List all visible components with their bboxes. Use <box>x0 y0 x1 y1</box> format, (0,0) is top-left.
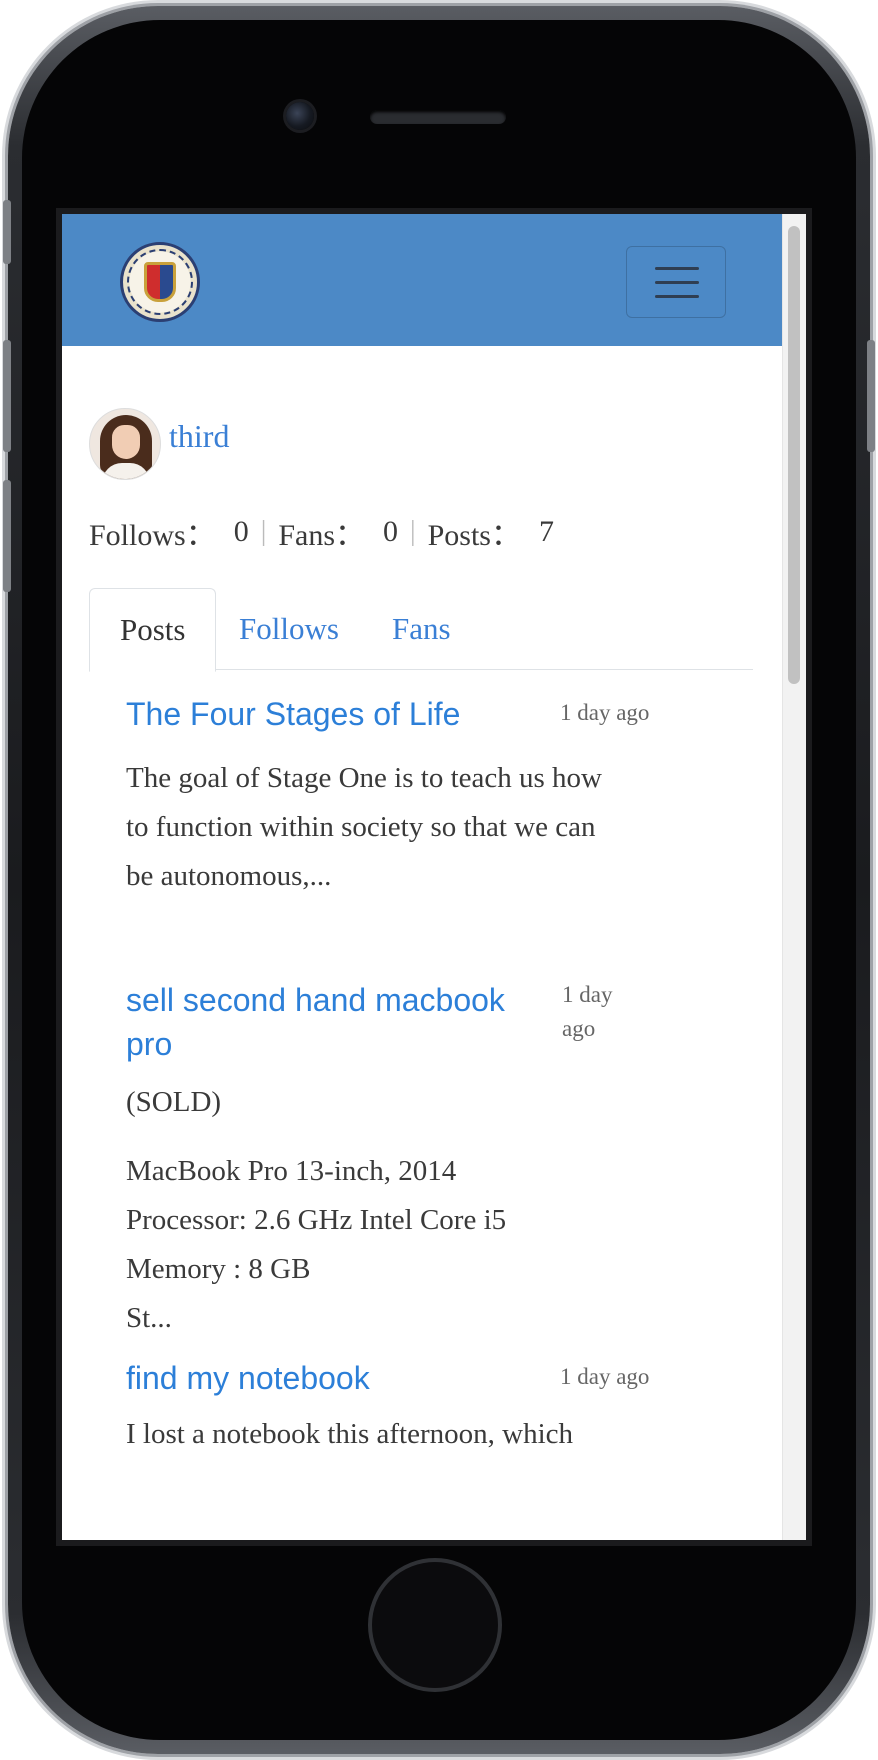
profile-stats: Follows： 0 | Fans： 0 | Posts： 7 <box>89 510 554 554</box>
hamburger-menu-icon <box>655 295 699 298</box>
phone-screen: third Follows： 0 | Fans： 0 | Posts： 7 Po… <box>56 208 812 1546</box>
power-button <box>867 340 875 452</box>
earpiece-speaker <box>370 110 506 124</box>
post-timestamp: 1 day ago <box>560 1364 650 1389</box>
post-excerpt: (SOLD) MacBook Pro 13-inch, 2014 Process… <box>126 1086 507 1334</box>
avatar[interactable] <box>89 408 161 480</box>
tab-posts[interactable]: Posts <box>89 588 217 672</box>
post-item: The Four Stages of Life 1 day ago The go… <box>126 692 726 892</box>
scrollbar-thumb[interactable] <box>788 226 800 684</box>
username-link[interactable]: third <box>169 418 229 455</box>
post-timestamp: 1 day ago <box>560 700 650 725</box>
tab-follows[interactable]: Follows <box>239 588 339 670</box>
stats-separator: | <box>260 516 267 547</box>
hamburger-menu-icon <box>655 267 699 270</box>
posts-count: 7 <box>538 515 554 548</box>
post-title-link[interactable]: The Four Stages of Life <box>126 692 460 736</box>
scrollbar-track[interactable] <box>782 214 806 1540</box>
follows-label: Follows： <box>89 519 216 552</box>
fans-count: 0 <box>383 515 398 548</box>
post-item: find my notebook 1 day ago I lost a note… <box>126 1356 726 1540</box>
tab-fans[interactable]: Fans <box>392 588 451 670</box>
front-camera <box>286 102 314 130</box>
top-navbar <box>62 214 782 346</box>
fans-label: Fans： <box>278 519 365 552</box>
home-button[interactable] <box>368 1558 502 1692</box>
profile-tabs: Posts Follows Fans <box>89 588 753 672</box>
volume-down-button <box>3 480 11 592</box>
post-excerpt: The goal of Stage One is to teach us how… <box>126 762 602 892</box>
page-viewport: third Follows： 0 | Fans： 0 | Posts： 7 Po… <box>62 214 782 1540</box>
post-title-link[interactable]: find my notebook <box>126 1356 370 1400</box>
hamburger-menu-button[interactable] <box>626 246 726 318</box>
post-excerpt: I lost a notebook this afternoon, which <box>126 1418 573 1450</box>
university-seal-logo[interactable] <box>120 242 200 322</box>
stats-separator: | <box>410 516 416 547</box>
post-item: sell second hand macbook pro 1 day ago (… <box>126 978 726 1358</box>
follows-count: 0 <box>233 515 249 548</box>
post-title-link[interactable]: sell second hand macbook pro <box>126 978 556 1066</box>
logo-crest-icon <box>144 262 176 302</box>
volume-up-button <box>3 340 11 452</box>
hamburger-menu-icon <box>655 281 699 284</box>
posts-label: Posts： <box>427 519 521 552</box>
mute-switch <box>3 200 11 264</box>
post-timestamp: 1 day ago <box>562 982 613 1041</box>
